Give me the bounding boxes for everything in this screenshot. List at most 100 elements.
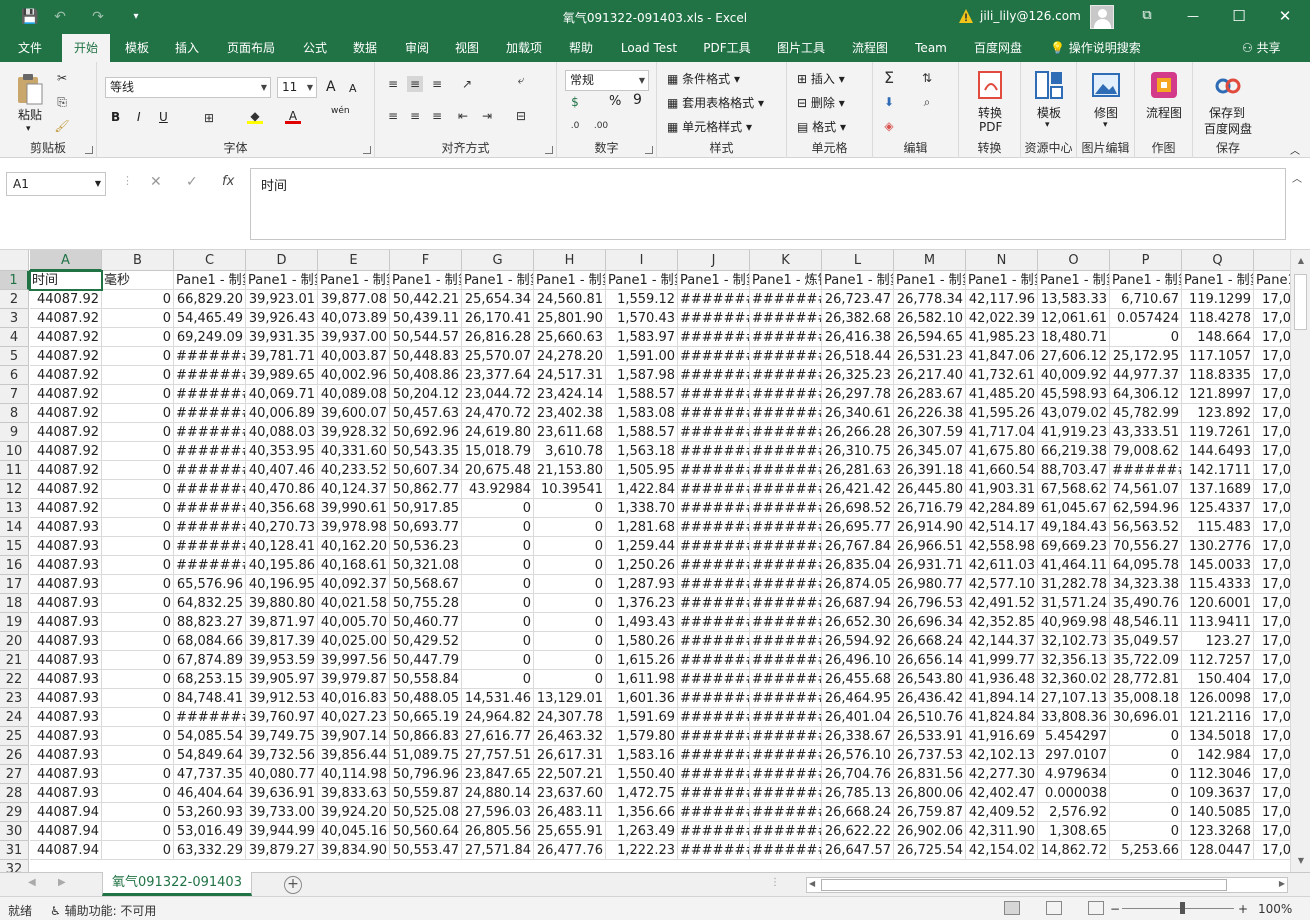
row-header[interactable]: 24 (0, 708, 29, 727)
row-header[interactable]: 27 (0, 765, 29, 784)
table-cell[interactable]: 0 (462, 556, 534, 575)
table-cell[interactable]: ####### (750, 708, 822, 727)
table-cell[interactable]: ####### (678, 670, 750, 689)
table-cell[interactable]: 25,570.07 (462, 347, 534, 366)
table-cell[interactable]: 39,749.75 (246, 727, 318, 746)
accounting-icon[interactable]: $ (567, 94, 583, 110)
table-cell[interactable]: ####### (174, 461, 246, 480)
table-cell[interactable]: 39,871.97 (246, 613, 318, 632)
italic-button[interactable]: I (137, 110, 141, 124)
table-cell[interactable]: 17,0 (1254, 309, 1290, 328)
convert-label[interactable]: 转换 (978, 104, 1002, 121)
table-cell[interactable]: 1,281.68 (606, 518, 678, 537)
table-cell[interactable]: 39,953.59 (246, 651, 318, 670)
table-cell[interactable]: 39,931.35 (246, 328, 318, 347)
table-cell[interactable]: 1,308.65 (1038, 822, 1110, 841)
insert-function-icon[interactable]: fx (222, 174, 234, 189)
table-cell[interactable]: ####### (750, 822, 822, 841)
table-cell[interactable]: 117.1057 (1182, 347, 1254, 366)
table-cell[interactable]: ####### (174, 708, 246, 727)
convert-pdf-label[interactable]: PDF (979, 120, 1002, 134)
table-cell[interactable]: 44087.92 (30, 499, 102, 518)
table-cell[interactable]: 0 (102, 841, 174, 860)
table-cell[interactable]: 0 (462, 537, 534, 556)
zoom-out-button[interactable]: − (1110, 902, 1120, 916)
table-cell[interactable]: ####### (750, 594, 822, 613)
table-cell[interactable]: 1,588.57 (606, 423, 678, 442)
table-cell[interactable]: ####### (750, 499, 822, 518)
table-cell[interactable]: 39,912.53 (246, 689, 318, 708)
table-cell[interactable]: 17,0 (1254, 822, 1290, 841)
table-cell[interactable]: 17,0 (1254, 480, 1290, 499)
sheet-tab[interactable]: 氧气091322-091403 (102, 872, 252, 896)
table-cell[interactable]: 1,222.23 (606, 841, 678, 860)
table-cell[interactable]: 26,723.47 (822, 290, 894, 309)
table-cell[interactable]: 119.1299 (1182, 290, 1254, 309)
user-account[interactable]: jili_lily@126.com (980, 9, 1081, 23)
table-cell[interactable]: 44087.94 (30, 803, 102, 822)
table-cell[interactable]: 0 (102, 480, 174, 499)
table-cell[interactable]: 119.7261 (1182, 423, 1254, 442)
table-cell[interactable]: 35,008.18 (1110, 689, 1182, 708)
table-cell[interactable]: 26,496.10 (822, 651, 894, 670)
row-header[interactable]: 31 (0, 841, 29, 860)
table-cell[interactable]: 15,018.79 (462, 442, 534, 461)
table-cell[interactable]: 17,0 (1254, 727, 1290, 746)
font-size-combo[interactable]: 11 ▼ (277, 77, 317, 98)
table-cell[interactable]: 1,493.43 (606, 613, 678, 632)
tell-me-search[interactable]: 💡 操作说明搜索 (1050, 34, 1141, 62)
table-cell[interactable]: 25,801.90 (534, 309, 606, 328)
table-cell[interactable]: 1,580.26 (606, 632, 678, 651)
image-edit-dropdown-icon[interactable]: ▾ (1103, 120, 1108, 130)
table-cell[interactable]: ####### (750, 404, 822, 423)
table-cell[interactable]: 26,704.76 (822, 765, 894, 784)
table-cell[interactable]: 13,583.33 (1038, 290, 1110, 309)
table-cell[interactable]: 50,488.05 (390, 689, 462, 708)
table-cell[interactable]: ####### (750, 309, 822, 328)
table-cell[interactable]: 26,416.38 (822, 328, 894, 347)
table-cell[interactable]: ####### (678, 613, 750, 632)
table-cell[interactable]: 24,964.82 (462, 708, 534, 727)
table-cell[interactable]: 40,021.58 (318, 594, 390, 613)
row-header[interactable]: 26 (0, 746, 29, 765)
table-cell[interactable]: 26,483.11 (534, 803, 606, 822)
table-cell[interactable]: 26,902.06 (894, 822, 966, 841)
table-cell[interactable]: 26,518.44 (822, 347, 894, 366)
table-cell[interactable]: 1,611.98 (606, 670, 678, 689)
merge-center-icon[interactable]: ⊟ (513, 108, 529, 124)
table-cell[interactable]: 6,710.67 (1110, 290, 1182, 309)
table-cell[interactable]: 40,088.03 (246, 423, 318, 442)
table-cell[interactable]: 137.1689 (1182, 480, 1254, 499)
column-header[interactable]: N (966, 250, 1038, 271)
table-cell[interactable]: 42,154.02 (966, 841, 1038, 860)
table-cell[interactable]: 40,080.77 (246, 765, 318, 784)
table-cell[interactable]: 123.892 (1182, 404, 1254, 423)
table-cell[interactable]: 128.0447 (1182, 841, 1254, 860)
table-cell[interactable]: 26,622.22 (822, 822, 894, 841)
table-cell[interactable]: ####### (678, 575, 750, 594)
table-cell[interactable]: 39,636.91 (246, 784, 318, 803)
table-cell[interactable]: 25,654.34 (462, 290, 534, 309)
table-cell[interactable]: ####### (174, 385, 246, 404)
sort-filter-icon[interactable]: ⇅ (919, 70, 935, 86)
save-to-baidu-label[interactable]: 百度网盘 (1204, 120, 1252, 137)
table-cell[interactable]: 26,716.79 (894, 499, 966, 518)
row-header[interactable]: 29 (0, 803, 29, 822)
table-cell[interactable]: 24,517.31 (534, 366, 606, 385)
table-cell[interactable]: 44087.93 (30, 613, 102, 632)
table-cell[interactable]: 50,559.87 (390, 784, 462, 803)
table-cell[interactable]: 26,695.77 (822, 518, 894, 537)
table-cell[interactable]: 62,594.96 (1110, 499, 1182, 518)
table-cell[interactable]: ####### (678, 309, 750, 328)
table-cell[interactable]: 40,006.89 (246, 404, 318, 423)
table-cell[interactable]: 0 (534, 613, 606, 632)
flowchart-icon[interactable] (1149, 70, 1179, 100)
table-cell[interactable]: ####### (678, 366, 750, 385)
increase-indent-icon[interactable]: ⇥ (479, 108, 495, 124)
table-cell[interactable]: 1,376.23 (606, 594, 678, 613)
table-cell[interactable]: 26,391.18 (894, 461, 966, 480)
table-cell[interactable]: 0 (1110, 803, 1182, 822)
table-cell[interactable]: 115.4333 (1182, 575, 1254, 594)
clear-icon[interactable]: ◈ (881, 118, 897, 134)
row-header[interactable]: 19 (0, 613, 29, 632)
